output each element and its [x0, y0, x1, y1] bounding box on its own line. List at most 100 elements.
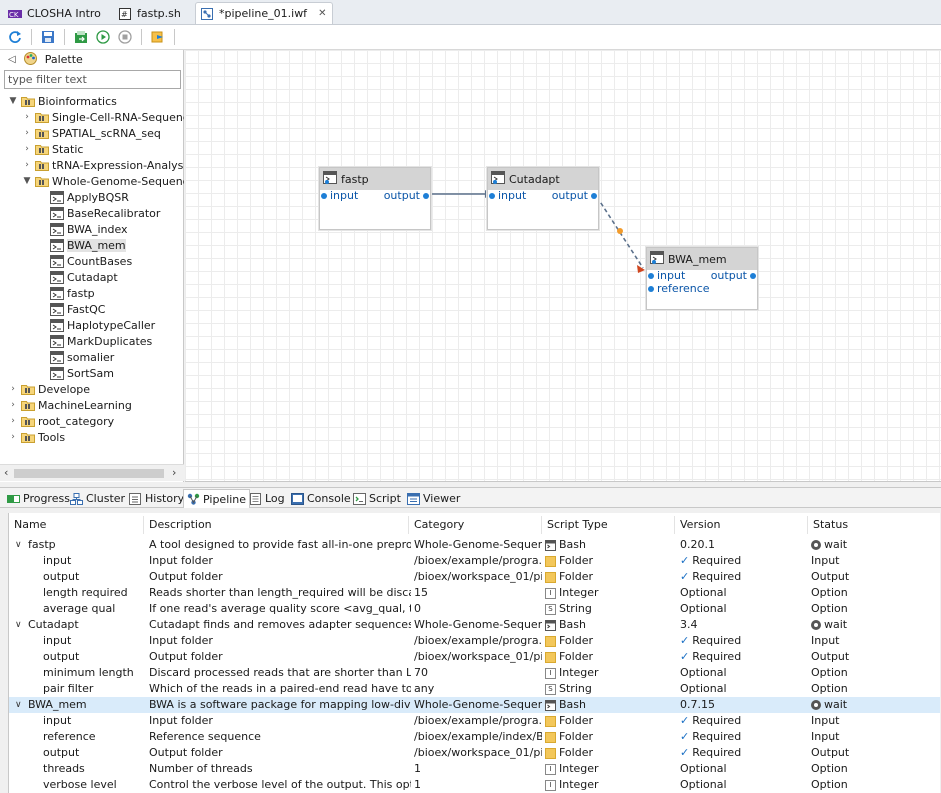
table-row-param[interactable]: input Input folder/bioex/example/progra..…	[9, 713, 940, 729]
node-header[interactable]: Cutadapt	[488, 168, 598, 190]
tree-tool-item[interactable]: somalier	[50, 349, 114, 365]
horizontal-scrollbar[interactable]: ‹ ›	[0, 464, 184, 481]
port-dot[interactable]	[750, 272, 756, 279]
table-row-param[interactable]: output Output folder/bioex/workspace_01/p…	[9, 569, 940, 585]
port-dot[interactable]	[489, 192, 495, 199]
node-header[interactable]: BWA_mem	[647, 248, 757, 270]
stop-icon[interactable]	[116, 28, 134, 46]
tab-pipeline[interactable]: Pipeline	[183, 489, 251, 508]
tree-tool-item[interactable]: SortSam	[50, 365, 114, 381]
table-row-param[interactable]: average qual If one read's average qualit…	[9, 601, 940, 617]
column-header-version[interactable]: Version	[675, 516, 808, 534]
tab-closha-intro[interactable]: CK CLOSHA Intro	[3, 2, 108, 24]
tab-viewer[interactable]: Viewer	[404, 489, 463, 508]
tree-item-bioinformatics[interactable]: ▼ Bioinformatics	[8, 93, 117, 109]
tree-item-single-cell[interactable]: › Single-Cell-RNA-Sequencir	[22, 109, 184, 125]
table-row-param[interactable]: verbose level Control the verbose level o…	[9, 777, 940, 793]
tree-item-static[interactable]: › Static	[22, 141, 83, 157]
table-row-tool[interactable]: ∨ Cutadapt Cutadapt finds and removes adap…	[9, 617, 940, 633]
port-dot[interactable]	[423, 192, 429, 199]
tree-item-spatial[interactable]: › SPATIAL_scRNA_seq	[22, 125, 161, 141]
scroll-left-icon[interactable]: ‹	[4, 466, 8, 479]
filter-input[interactable]	[4, 70, 181, 89]
tree-tool-item[interactable]: HaplotypeCaller	[50, 317, 155, 333]
chevron-right-icon[interactable]: ›	[8, 384, 18, 394]
tree-item-develope[interactable]: › Develope	[8, 381, 90, 397]
chevron-down-icon[interactable]: ▼	[22, 176, 32, 186]
table-row-tool[interactable]: ∨ fastp A tool designed to provide fast al…	[9, 537, 940, 553]
export-icon[interactable]	[72, 28, 90, 46]
chevron-right-icon[interactable]: ›	[22, 112, 32, 122]
table-row-param[interactable]: output Output folder/bioex/workspace_01/p…	[9, 745, 940, 761]
pipeline-canvas[interactable]: fastp input output Cutadapt input output…	[185, 50, 941, 482]
port-output[interactable]: output	[552, 189, 597, 202]
chevron-right-icon[interactable]: ›	[8, 400, 18, 410]
tab-log[interactable]: Log	[246, 489, 288, 508]
scrollbar-thumb[interactable]	[14, 469, 164, 478]
tab-pipeline-01[interactable]: *pipeline_01.iwf ✕	[195, 2, 334, 24]
port-input[interactable]: input	[489, 189, 526, 202]
tab-fastp-sh[interactable]: # fastp.sh	[113, 2, 188, 24]
port-output[interactable]: output	[711, 269, 756, 282]
chevron-right-icon[interactable]: ›	[22, 160, 32, 170]
tab-progress[interactable]: Progress	[4, 489, 73, 508]
tree-item-root-category[interactable]: › root_category	[8, 413, 114, 429]
table-row-param[interactable]: output Output folder/bioex/workspace_01/p…	[9, 649, 940, 665]
tree-tool-item[interactable]: BaseRecalibrator	[50, 205, 160, 221]
close-icon[interactable]: ✕	[318, 8, 326, 19]
chevron-right-icon[interactable]: ›	[22, 144, 32, 154]
tab-cluster[interactable]: Cluster	[67, 489, 128, 508]
collapse-arrow-icon[interactable]: ◁	[8, 54, 16, 65]
port-dot[interactable]	[648, 285, 654, 292]
port-dot[interactable]	[648, 272, 654, 279]
chevron-down-icon[interactable]: ▼	[8, 96, 18, 106]
table-row-param[interactable]: input Input folder/bioex/example/progra..…	[9, 553, 940, 569]
save-icon[interactable]	[39, 28, 57, 46]
tab-console[interactable]: Console	[288, 489, 354, 508]
port-dot[interactable]	[591, 192, 597, 199]
chevron-down-icon[interactable]: ∨	[15, 697, 25, 713]
port-input[interactable]: input	[321, 189, 358, 202]
column-header-script-type[interactable]: Script Type	[542, 516, 675, 534]
table-row-param[interactable]: pair filter Which of the reads in a paire…	[9, 681, 940, 697]
settings-icon[interactable]	[149, 28, 167, 46]
node-bwa-mem[interactable]: BWA_mem input reference output	[646, 247, 758, 310]
tree-item-trna[interactable]: › tRNA-Expression-Analysis	[22, 157, 184, 173]
node-cutadapt[interactable]: Cutadapt input output	[487, 167, 599, 230]
chevron-right-icon[interactable]: ›	[8, 432, 18, 442]
tree-tool-item[interactable]: Cutadapt	[50, 269, 118, 285]
port-reference[interactable]: reference	[648, 282, 710, 295]
table-row-param[interactable]: length required Reads shorter than length…	[9, 585, 940, 601]
port-output[interactable]: output	[384, 189, 429, 202]
node-fastp[interactable]: fastp input output	[319, 167, 431, 230]
tree-item-whole-genome[interactable]: ▼ Whole-Genome-Sequencin	[22, 173, 184, 189]
run-icon[interactable]	[94, 28, 112, 46]
chevron-right-icon[interactable]: ›	[22, 128, 32, 138]
tree-item-machinelearning[interactable]: › MachineLearning	[8, 397, 132, 413]
port-input[interactable]: input	[648, 269, 685, 282]
node-header[interactable]: fastp	[320, 168, 430, 190]
column-header-description[interactable]: Description	[144, 516, 409, 534]
scroll-right-icon[interactable]: ›	[172, 466, 176, 479]
tree-item-tools[interactable]: › Tools	[8, 429, 65, 445]
column-header-name[interactable]: Name	[9, 516, 144, 534]
tab-script[interactable]: Script	[350, 489, 404, 508]
tab-history[interactable]: History	[126, 489, 187, 508]
tree-tool-item[interactable]: CountBases	[50, 253, 132, 269]
column-header-category[interactable]: Category	[409, 516, 542, 534]
column-header-status[interactable]: Status	[808, 516, 940, 534]
tree-tool-item[interactable]: BWA_index	[50, 221, 128, 237]
table-row-param[interactable]: minimum length Discard processed reads th…	[9, 665, 940, 681]
refresh-icon[interactable]	[6, 28, 24, 46]
tree-tool-item-selected[interactable]: BWA_mem	[50, 237, 126, 253]
table-row-param[interactable]: input Input folder/bioex/example/progra..…	[9, 633, 940, 649]
chevron-right-icon[interactable]: ›	[8, 416, 18, 426]
chevron-down-icon[interactable]: ∨	[15, 537, 25, 553]
tree-tool-item[interactable]: ApplyBQSR	[50, 189, 129, 205]
tree-tool-item[interactable]: FastQC	[50, 301, 105, 317]
port-dot[interactable]	[321, 192, 327, 199]
tree-tool-item[interactable]: MarkDuplicates	[50, 333, 152, 349]
tree-tool-item[interactable]: fastp	[50, 285, 95, 301]
table-row-param[interactable]: reference Reference sequence/bioex/exampl…	[9, 729, 940, 745]
chevron-down-icon[interactable]: ∨	[15, 617, 25, 633]
